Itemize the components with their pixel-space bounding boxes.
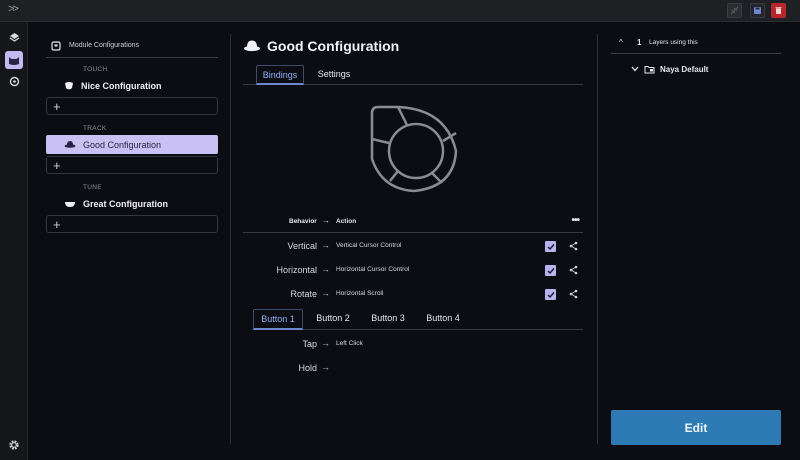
double-chevron-right-icon[interactable]: >> xyxy=(8,3,19,15)
add-tune-config-button[interactable]: + xyxy=(46,215,218,233)
layer-name: Naya Default xyxy=(660,64,709,74)
behavior-label: Rotate xyxy=(290,289,317,299)
layers-using-this-header[interactable]: ^ 1 Layers using this xyxy=(611,36,781,54)
action-label: Vertical Cursor Control xyxy=(336,242,402,249)
trash-icon xyxy=(775,7,782,14)
divider-right xyxy=(597,34,598,444)
config-item-great[interactable]: Great Configuration xyxy=(46,194,218,213)
behavior-label: Tap xyxy=(302,339,317,349)
behavior-label: Vertical xyxy=(287,241,317,251)
enabled-checkbox[interactable] xyxy=(545,289,556,300)
left-rail xyxy=(0,22,28,460)
mapping-row[interactable]: Vertical → Vertical Cursor Control xyxy=(243,239,583,255)
button-tabs: Button 1 Button 2 Button 3 Button 4 xyxy=(253,309,583,330)
more-options-icon[interactable]: ••• xyxy=(571,215,579,226)
layer-item-naya-default[interactable]: Naya Default xyxy=(631,62,708,76)
layers-icon[interactable] xyxy=(5,28,23,46)
refresh-icon[interactable] xyxy=(5,72,23,90)
button-mapping-row[interactable]: Tap → Left Click xyxy=(243,337,583,353)
layers-count: 1 xyxy=(637,38,642,47)
arrow-icon: → xyxy=(321,240,330,250)
share-icon[interactable] xyxy=(569,265,578,277)
header-divider xyxy=(243,232,583,233)
share-icon[interactable] xyxy=(569,289,578,301)
tab-button-1[interactable]: Button 1 xyxy=(253,309,303,330)
tune-module-icon xyxy=(65,201,75,207)
cat-face-icon[interactable] xyxy=(5,51,23,69)
save-button[interactable] xyxy=(750,3,765,18)
share-icon[interactable] xyxy=(569,241,578,253)
button-mapping-row[interactable]: Hold → xyxy=(243,361,583,377)
track-module-icon xyxy=(64,141,76,148)
edit-button[interactable]: Edit xyxy=(611,410,781,445)
track-module-dial-diagram xyxy=(370,105,458,193)
behavior-label: Hold xyxy=(298,363,317,373)
save-icon xyxy=(754,7,761,14)
folder-icon xyxy=(644,65,655,73)
action-label: Horizontal Cursor Control xyxy=(336,266,410,273)
arrow-icon: → xyxy=(321,338,330,348)
chevron-up-icon[interactable]: ^ xyxy=(619,38,623,47)
group-label-track: TRACK xyxy=(83,125,107,132)
chevron-down-icon[interactable] xyxy=(631,66,639,72)
tab-settings[interactable]: Settings xyxy=(309,65,359,85)
disabled-link-icon xyxy=(730,6,739,15)
tab-button-2[interactable]: Button 2 xyxy=(308,309,358,329)
divider-left xyxy=(230,34,231,444)
mapping-row[interactable]: Rotate → Horizontal Scroll xyxy=(243,287,583,303)
arrow-icon: → xyxy=(322,216,330,225)
module-box-icon xyxy=(51,40,61,51)
behavior-action-header: Behavior → Action ••• xyxy=(243,215,583,231)
action-label: Left Click xyxy=(336,340,363,347)
module-configurations-header: Module Configurations xyxy=(46,34,218,58)
disabled-link-button xyxy=(727,3,742,18)
mapping-row[interactable]: Horizontal → Horizontal Cursor Control xyxy=(243,263,583,279)
page-title: Good Configuration xyxy=(267,38,400,54)
touch-module-icon xyxy=(65,81,73,89)
arrow-icon: → xyxy=(321,264,330,274)
config-tabs: Bindings Settings xyxy=(243,65,583,85)
config-name: Nice Configuration xyxy=(81,80,162,91)
arrow-icon: → xyxy=(321,362,330,372)
behavior-label: Horizontal xyxy=(276,265,317,275)
module-configurations-title: Module Configurations xyxy=(69,42,140,49)
layers-label: Layers using this xyxy=(649,39,698,46)
add-touch-config-button[interactable]: + xyxy=(46,97,218,115)
arrow-icon: → xyxy=(321,288,330,298)
action-label: Horizontal Scroll xyxy=(336,290,384,297)
enabled-checkbox[interactable] xyxy=(545,265,556,276)
action-column-label: Action xyxy=(336,218,357,225)
tab-button-3[interactable]: Button 3 xyxy=(363,309,413,329)
config-name: Great Configuration xyxy=(83,198,168,209)
delete-button[interactable] xyxy=(771,3,786,18)
tab-button-4[interactable]: Button 4 xyxy=(418,309,468,329)
group-label-touch: TOUCH xyxy=(83,66,108,73)
config-name: Good Configuration xyxy=(83,139,162,150)
behavior-column-label: Behavior xyxy=(289,218,317,225)
add-track-config-button[interactable]: + xyxy=(46,156,218,174)
config-item-nice[interactable]: Nice Configuration xyxy=(46,76,218,95)
tab-bindings[interactable]: Bindings xyxy=(256,65,304,85)
top-bar: >> xyxy=(0,0,800,22)
track-module-icon xyxy=(244,40,260,52)
module-configurations-panel: Module Configurations TOUCH Nice Configu… xyxy=(46,34,218,233)
config-item-good[interactable]: Good Configuration xyxy=(46,135,218,154)
config-title-row: Good Configuration xyxy=(243,37,399,55)
group-label-tune: TUNE xyxy=(83,184,102,191)
enabled-checkbox[interactable] xyxy=(545,241,556,252)
gear-icon[interactable] xyxy=(5,436,23,454)
